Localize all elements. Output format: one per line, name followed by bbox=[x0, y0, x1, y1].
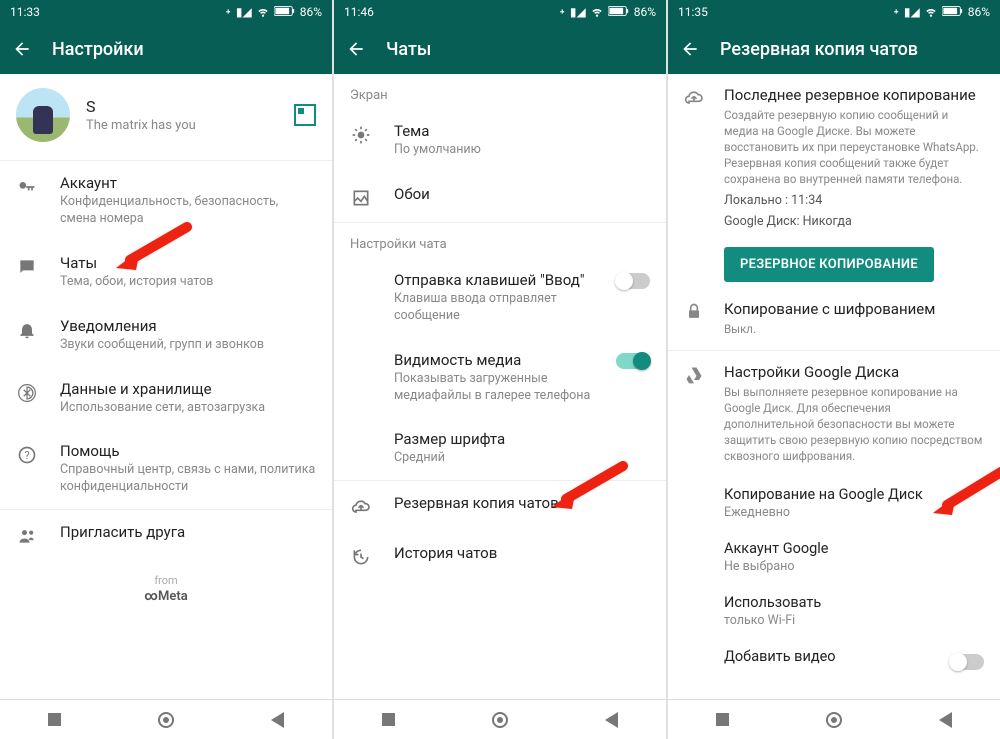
from-label: from bbox=[0, 560, 332, 589]
history-icon bbox=[350, 546, 372, 568]
item-font-size[interactable]: Размер шрифта Средний bbox=[334, 417, 666, 480]
back-icon[interactable] bbox=[346, 39, 366, 59]
item-notifications[interactable]: Уведомления Звуки сообщений, групп и зво… bbox=[0, 304, 332, 367]
toggle-media-visibility[interactable] bbox=[616, 353, 650, 369]
statusbar: 11:35 ᛭ ▮◢ 86% bbox=[668, 0, 1000, 24]
back-icon[interactable] bbox=[12, 39, 32, 59]
nav-home[interactable] bbox=[826, 712, 842, 728]
item-data-storage[interactable]: Данные и хранилище Использование сети, а… bbox=[0, 367, 332, 430]
item-google-account[interactable]: Аккаунт Google Не выбрано bbox=[668, 530, 1000, 584]
nav-home[interactable] bbox=[158, 712, 174, 728]
item-include-video[interactable]: Добавить видео bbox=[668, 638, 1000, 675]
local-backup-time: Локально : 11:34 bbox=[724, 193, 984, 208]
profile-row[interactable]: S The matrix has you bbox=[0, 74, 332, 161]
item-enter-send[interactable]: Отправка клавишей "Ввод" Клавиша ввода о… bbox=[334, 258, 666, 338]
item-backup-to-drive[interactable]: Копирование на Google Диск Ежедневно bbox=[668, 476, 1000, 530]
item-wallpaper[interactable]: Обои bbox=[334, 172, 666, 222]
nav-back[interactable] bbox=[939, 712, 952, 728]
data-icon bbox=[16, 382, 38, 404]
profile-status: The matrix has you bbox=[86, 118, 196, 133]
avatar bbox=[16, 88, 70, 142]
lock-icon bbox=[684, 302, 706, 326]
statusbar: 11:33 ᛭ ▮◢ 86% bbox=[0, 0, 332, 24]
appbar-title: Резервная копия чатов bbox=[720, 39, 918, 60]
settings-content: S The matrix has you Аккаунт Конфиденциа… bbox=[0, 74, 332, 699]
nav-back[interactable] bbox=[271, 712, 284, 728]
nav-home[interactable] bbox=[492, 712, 508, 728]
wifi-icon bbox=[590, 4, 604, 21]
status-time: 11:35 bbox=[678, 5, 708, 19]
navbar bbox=[0, 699, 332, 739]
appbar-title: Настройки bbox=[52, 39, 144, 60]
item-account[interactable]: Аккаунт Конфиденциальность, безопасность… bbox=[0, 161, 332, 241]
section-screen: Экран bbox=[334, 74, 666, 109]
section-chat-settings: Настройки чата bbox=[334, 223, 666, 258]
nav-recents[interactable] bbox=[382, 713, 395, 726]
wifi-icon bbox=[256, 4, 270, 21]
appbar: Резервная копия чатов bbox=[668, 24, 1000, 74]
phone-settings: 11:33 ᛭ ▮◢ 86% Настройки S The matrix ha… bbox=[0, 0, 332, 739]
battery-pct: 86% bbox=[634, 5, 656, 19]
gdrive-section: Настройки Google Диска Вы выполняете рез… bbox=[668, 351, 1000, 476]
signal-icon: ▮◢ bbox=[904, 5, 920, 19]
item-chat-backup[interactable]: Резервная копия чатов bbox=[334, 481, 666, 531]
phone-backup: 11:35 ᛭ ▮◢ 86% Резервная копия чатов Пос… bbox=[668, 0, 1000, 739]
invite-icon bbox=[16, 525, 38, 547]
meta-logo: Meta bbox=[0, 589, 332, 616]
item-help[interactable]: ? Помощь Справочный центр, связь с нами,… bbox=[0, 429, 332, 509]
chat-icon bbox=[16, 256, 38, 278]
last-backup-block: Последнее резервное копирование Создайте… bbox=[668, 74, 1000, 241]
svg-text:?: ? bbox=[24, 450, 29, 463]
appbar: Чаты bbox=[334, 24, 666, 74]
help-icon: ? bbox=[16, 444, 38, 466]
cloud-up-icon bbox=[684, 88, 706, 112]
nav-recents[interactable] bbox=[716, 713, 729, 726]
qr-icon[interactable] bbox=[294, 104, 316, 126]
nav-recents[interactable] bbox=[48, 713, 61, 726]
battery-icon bbox=[274, 5, 296, 20]
appbar-title: Чаты bbox=[386, 39, 431, 60]
cloud-up-icon bbox=[350, 496, 372, 518]
appbar: Настройки bbox=[0, 24, 332, 74]
battery-icon bbox=[942, 5, 964, 20]
status-time: 11:46 bbox=[344, 5, 374, 19]
gdrive-icon bbox=[684, 365, 706, 389]
item-chats[interactable]: Чаты Тема, обои, история чатов bbox=[0, 241, 332, 304]
encrypt-row[interactable]: Копирование с шифрованием Выкл. bbox=[668, 288, 1000, 349]
gdrive-backup-time: Google Диск: Никогда bbox=[724, 214, 984, 229]
wifi-icon bbox=[924, 4, 938, 21]
profile-name: S bbox=[86, 97, 196, 116]
back-icon[interactable] bbox=[680, 39, 700, 59]
toggle-enter-send[interactable] bbox=[616, 273, 650, 289]
item-theme[interactable]: Тема По умолчанию bbox=[334, 109, 666, 172]
nav-back[interactable] bbox=[605, 712, 618, 728]
bluetooth-icon: ᛭ bbox=[225, 5, 232, 19]
battery-pct: 86% bbox=[968, 5, 990, 19]
wallpaper-icon bbox=[350, 187, 372, 209]
key-icon bbox=[16, 176, 38, 198]
item-media-visibility[interactable]: Видимость медиа Показывать загруженные м… bbox=[334, 338, 666, 418]
signal-icon: ▮◢ bbox=[236, 5, 252, 19]
item-chat-history[interactable]: История чатов bbox=[334, 531, 666, 581]
signal-icon: ▮◢ bbox=[570, 5, 586, 19]
bluetooth-icon: ᛭ bbox=[893, 5, 900, 19]
bluetooth-icon: ᛭ bbox=[559, 5, 566, 19]
statusbar: 11:46 ᛭ ▮◢ 86% bbox=[334, 0, 666, 24]
item-backup-over[interactable]: Использовать только Wi-Fi bbox=[668, 584, 1000, 638]
item-invite[interactable]: Пригласить друга bbox=[0, 510, 332, 560]
status-time: 11:33 bbox=[10, 5, 40, 19]
navbar bbox=[334, 699, 666, 739]
phone-chats: 11:46 ᛭ ▮◢ 86% Чаты Экран Тема По умолча… bbox=[334, 0, 666, 739]
battery-pct: 86% bbox=[300, 5, 322, 19]
battery-icon bbox=[608, 5, 630, 20]
theme-icon bbox=[350, 124, 372, 146]
backup-button[interactable]: РЕЗЕРВНОЕ КОПИРОВАНИЕ bbox=[724, 247, 934, 282]
toggle-include-video[interactable] bbox=[950, 654, 984, 670]
navbar bbox=[668, 699, 1000, 739]
bell-icon bbox=[16, 319, 38, 341]
